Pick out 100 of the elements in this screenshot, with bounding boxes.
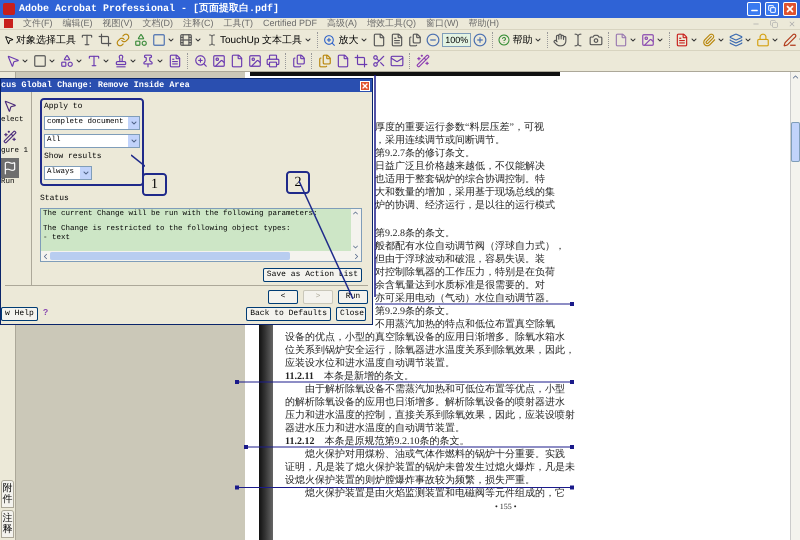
callout-box: 1 [142,173,167,196]
stamp-icon[interactable] [114,54,128,68]
image-icon[interactable] [641,33,656,47]
text-line: 第9.2.8条的条文。 [375,227,455,240]
pin-icon[interactable] [141,54,155,68]
menu-item[interactable]: 注释(C) [183,19,214,28]
text-line: 但由于浮球波动和破混，容易失误。装 [375,253,545,266]
menu-item[interactable]: 文件(F) [23,19,52,28]
caret-icon [167,36,175,44]
restore-button[interactable] [765,2,779,16]
page-icon[interactable] [372,33,386,47]
minimize-button[interactable] [747,2,761,16]
text-line: ，采用连续调节或间断调节。 [375,134,505,147]
zoom-out-icon[interactable] [426,33,440,47]
scroll-thumb[interactable] [50,252,290,260]
close-button[interactable]: Close [336,307,366,321]
touchup-text-tool[interactable]: TouchUp 文本工具 [204,31,314,49]
pdf-icon[interactable] [675,33,690,47]
dialog-close-button[interactable] [360,80,370,90]
film-icon[interactable] [179,33,193,47]
square-icon[interactable] [152,33,166,47]
caret-icon [156,57,164,65]
text-tool-icon[interactable] [80,33,94,47]
text-line: 第9.2.9条的条文。 [375,305,455,318]
menu-item[interactable]: 高级(A) [327,19,358,28]
caret-icon [48,57,56,65]
shapes-icon[interactable] [134,33,148,47]
layers-icon[interactable] [729,33,744,47]
menu-item[interactable]: 增效工具(Q) [367,19,416,28]
status-horizontal-scrollbar[interactable] [41,251,361,261]
hand-icon[interactable] [553,33,568,47]
letter-icon[interactable] [87,54,101,68]
help-icon [498,34,510,46]
shapes-icon[interactable] [60,54,74,68]
step-button[interactable]: < [268,290,298,304]
photo-page-icon[interactable] [248,54,262,68]
close-icon [361,82,369,90]
zoom-in-tool[interactable]: 放大 [321,31,370,49]
close-icon [785,4,795,14]
rectangle-icon[interactable] [33,54,47,68]
zoom-in-icon[interactable] [473,33,488,47]
scroll-down-icon[interactable] [351,243,360,251]
link-icon[interactable] [116,33,130,47]
caret-icon [717,36,726,44]
paragraph-line: 熄火保护装置是由火焰监测装置和电磁阀等元件组成的，它 [305,487,565,500]
app-icon [3,3,15,15]
scroll-right-icon[interactable] [352,252,361,260]
text-line: 般都配有水位自动调节阀（浮球自力式）， [375,240,565,253]
camera-icon[interactable] [589,33,604,47]
menu-item[interactable]: 窗口(W) [426,19,459,28]
zoom-in-icon [323,34,336,46]
help-button[interactable]: w Help [1,307,38,321]
caret-icon [690,36,698,44]
object-select-tool[interactable]: 对象选择工具 [2,31,78,49]
menu-item[interactable]: 文档(D) [142,19,173,28]
page-icon[interactable] [168,54,182,68]
close-button[interactable] [783,2,797,16]
menu-item[interactable]: Certified PDF [263,19,318,28]
scroll-thumb[interactable] [791,122,800,162]
menu-item[interactable]: 编辑(E) [62,19,92,28]
text-cursor-icon [206,34,218,46]
menu-item[interactable]: 视图(V) [102,19,132,28]
pen-icon[interactable] [783,33,798,47]
crop-icon[interactable] [98,33,112,47]
print-icon[interactable] [266,54,280,68]
status-label: Status [40,194,69,204]
menu-item[interactable]: 帮助(H) [468,19,500,28]
mail-icon[interactable] [390,54,404,68]
arrow-icon[interactable] [6,54,20,68]
dialog-title: cus Global Change: Remove Inside Area [1,79,190,92]
zoom-level-field[interactable]: 100% [442,33,472,47]
text-line: 位关系到锅炉安全运行，除氧器进水温度关系到除氧效果，因此， [285,344,575,357]
caret-icon [21,57,29,65]
image-icon[interactable] [212,54,226,68]
page-icon[interactable] [336,54,350,68]
page-icon[interactable] [292,54,306,68]
zoom-page-icon[interactable] [194,54,208,68]
caret-icon [656,36,664,44]
text-line: 也适用于整套锅炉的综合协调控制。特 [375,173,545,186]
menu-item[interactable]: 工具(T) [224,19,253,28]
paperclip-icon[interactable] [702,33,716,47]
scroll-up-icon[interactable] [351,209,360,217]
crop-page-icon[interactable] [354,54,368,68]
back-to-defaults-button[interactable]: Back to Defaults [246,307,331,321]
wand-icon[interactable] [416,54,430,68]
paragraph-line: 由于解析除氧设备不需蒸汽加热和可低位布置等优点，小型 [305,383,565,396]
scroll-left-icon[interactable] [41,252,50,260]
caret-icon [102,57,110,65]
vertical-scrollbar[interactable] [790,72,800,540]
text-line: 厚度的重要运行参数“料层压差”，可视 [375,121,544,134]
navigation-tab[interactable]: 附件 [1,480,14,508]
help-icon[interactable]: ? [42,307,48,321]
text-line: 炉的协调、经济运行，是以往的运行模式 [375,199,555,212]
status-vertical-scrollbar[interactable] [351,209,361,251]
caret-icon [534,36,542,44]
help-button[interactable]: 帮助 [496,31,544,49]
text-line: 11.2.11 本条是新增的条文。 [285,370,414,383]
navigation-tab[interactable]: 注释 [1,510,14,538]
scissors-icon[interactable] [372,54,386,68]
page-icon[interactable] [614,33,628,47]
